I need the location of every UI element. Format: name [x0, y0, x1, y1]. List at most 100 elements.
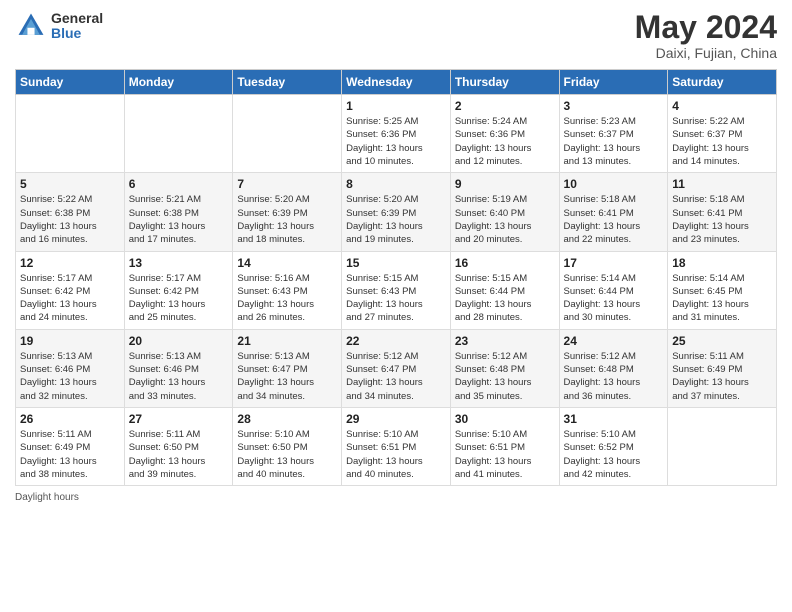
calendar-cell: 15 Sunrise: 5:15 AM Sunset: 6:43 PM Dayli… [342, 251, 451, 329]
calendar-cell [16, 95, 125, 173]
calendar-cell: 27Sunrise: 5:11 AM Sunset: 6:50 PM Dayli… [124, 407, 233, 485]
day-info: Sunrise: 5:22 AM Sunset: 6:37 PM Dayligh… [672, 115, 772, 168]
day-info: Sunrise: 5:18 AM Sunset: 6:41 PM Dayligh… [672, 193, 772, 246]
calendar-cell: 26 Sunrise: 5:11 AM Sunset: 6:49 PM Dayli… [16, 407, 125, 485]
day-info: Sunrise: 5:14 AM Sunset: 6:45 PM Dayligh… [672, 272, 772, 325]
day-number: 25 [672, 334, 772, 348]
calendar-cell [124, 95, 233, 173]
day-info: Sunrise: 5:13 AM Sunset: 6:47 PM Dayligh… [237, 350, 337, 403]
calendar-cell: 20 Sunrise: 5:13 AM Sunset: 6:46 PM Dayli… [124, 329, 233, 407]
calendar-cell: 14 Sunrise: 5:16 AM Sunset: 6:43 PM Dayli… [233, 251, 342, 329]
day-number: 30 [455, 412, 555, 426]
weekday-header-saturday: Saturday [668, 70, 777, 95]
logo-icon [15, 10, 47, 42]
day-number: 7 [237, 177, 337, 191]
day-info: Sunrise: 5:10 AM Sunset: 6:52 PM Dayligh… [564, 428, 664, 481]
calendar-cell: 24 Sunrise: 5:12 AM Sunset: 6:48 PM Dayli… [559, 329, 668, 407]
day-number: 6 [129, 177, 229, 191]
day-number: 23 [455, 334, 555, 348]
day-info: Sunrise: 5:15 AM Sunset: 6:43 PM Dayligh… [346, 272, 446, 325]
footer: Daylight hours [15, 492, 777, 503]
calendar-cell: 2 Sunrise: 5:24 AM Sunset: 6:36 PM Daylig… [450, 95, 559, 173]
location: Daixi, Fujian, China [635, 45, 777, 61]
title-block: May 2024 Daixi, Fujian, China [635, 10, 777, 61]
day-info: Sunrise: 5:13 AM Sunset: 6:46 PM Dayligh… [129, 350, 229, 403]
day-info: Sunrise: 5:24 AM Sunset: 6:36 PM Dayligh… [455, 115, 555, 168]
day-number: 15 [346, 256, 446, 270]
weekday-header-thursday: Thursday [450, 70, 559, 95]
weekday-header-tuesday: Tuesday [233, 70, 342, 95]
day-info: Sunrise: 5:20 AM Sunset: 6:39 PM Dayligh… [237, 193, 337, 246]
day-info: Sunrise: 5:11 AM Sunset: 6:49 PM Dayligh… [20, 428, 120, 481]
weekday-header-friday: Friday [559, 70, 668, 95]
day-info: Sunrise: 5:22 AM Sunset: 6:38 PM Dayligh… [20, 193, 120, 246]
calendar-cell: 21 Sunrise: 5:13 AM Sunset: 6:47 PM Dayli… [233, 329, 342, 407]
page: General Blue May 2024 Daixi, Fujian, Chi… [0, 0, 792, 612]
day-number: 29 [346, 412, 446, 426]
calendar-cell: 31Sunrise: 5:10 AM Sunset: 6:52 PM Dayli… [559, 407, 668, 485]
day-number: 8 [346, 177, 446, 191]
day-number: 14 [237, 256, 337, 270]
day-number: 16 [455, 256, 555, 270]
weekday-header-row: SundayMondayTuesdayWednesdayThursdayFrid… [16, 70, 777, 95]
calendar-cell: 11 Sunrise: 5:18 AM Sunset: 6:41 PM Dayli… [668, 173, 777, 251]
calendar-cell: 6 Sunrise: 5:21 AM Sunset: 6:38 PM Daylig… [124, 173, 233, 251]
calendar-cell: 18 Sunrise: 5:14 AM Sunset: 6:45 PM Dayli… [668, 251, 777, 329]
day-number: 18 [672, 256, 772, 270]
calendar-week-5: 26 Sunrise: 5:11 AM Sunset: 6:49 PM Dayli… [16, 407, 777, 485]
day-number: 19 [20, 334, 120, 348]
day-info: Sunrise: 5:12 AM Sunset: 6:48 PM Dayligh… [455, 350, 555, 403]
day-info: Sunrise: 5:12 AM Sunset: 6:48 PM Dayligh… [564, 350, 664, 403]
day-number: 24 [564, 334, 664, 348]
day-info: Sunrise: 5:20 AM Sunset: 6:39 PM Dayligh… [346, 193, 446, 246]
day-info: Sunrise: 5:10 AM Sunset: 6:50 PM Dayligh… [237, 428, 337, 481]
calendar-cell: 16 Sunrise: 5:15 AM Sunset: 6:44 PM Dayli… [450, 251, 559, 329]
day-number: 20 [129, 334, 229, 348]
day-info: Sunrise: 5:18 AM Sunset: 6:41 PM Dayligh… [564, 193, 664, 246]
calendar-week-1: 1Sunrise: 5:25 AM Sunset: 6:36 PM Daylig… [16, 95, 777, 173]
calendar-cell: 30Sunrise: 5:10 AM Sunset: 6:51 PM Dayli… [450, 407, 559, 485]
day-info: Sunrise: 5:23 AM Sunset: 6:37 PM Dayligh… [564, 115, 664, 168]
day-number: 5 [20, 177, 120, 191]
calendar-week-3: 12 Sunrise: 5:17 AM Sunset: 6:42 PM Dayli… [16, 251, 777, 329]
day-number: 9 [455, 177, 555, 191]
calendar-cell: 17Sunrise: 5:14 AM Sunset: 6:44 PM Dayli… [559, 251, 668, 329]
day-number: 26 [20, 412, 120, 426]
day-number: 2 [455, 99, 555, 113]
day-info: Sunrise: 5:10 AM Sunset: 6:51 PM Dayligh… [346, 428, 446, 481]
weekday-header-wednesday: Wednesday [342, 70, 451, 95]
weekday-header-monday: Monday [124, 70, 233, 95]
month-title: May 2024 [635, 10, 777, 45]
calendar-cell: 28 Sunrise: 5:10 AM Sunset: 6:50 PM Dayli… [233, 407, 342, 485]
calendar-cell: 4Sunrise: 5:22 AM Sunset: 6:37 PM Daylig… [668, 95, 777, 173]
calendar-cell: 9 Sunrise: 5:19 AM Sunset: 6:40 PM Daylig… [450, 173, 559, 251]
calendar-cell: 12 Sunrise: 5:17 AM Sunset: 6:42 PM Dayli… [16, 251, 125, 329]
day-info: Sunrise: 5:15 AM Sunset: 6:44 PM Dayligh… [455, 272, 555, 325]
calendar-cell: 7 Sunrise: 5:20 AM Sunset: 6:39 PM Daylig… [233, 173, 342, 251]
calendar-cell: 1Sunrise: 5:25 AM Sunset: 6:36 PM Daylig… [342, 95, 451, 173]
calendar-cell: 25Sunrise: 5:11 AM Sunset: 6:49 PM Dayli… [668, 329, 777, 407]
day-info: Sunrise: 5:17 AM Sunset: 6:42 PM Dayligh… [20, 272, 120, 325]
day-info: Sunrise: 5:16 AM Sunset: 6:43 PM Dayligh… [237, 272, 337, 325]
day-number: 21 [237, 334, 337, 348]
day-info: Sunrise: 5:14 AM Sunset: 6:44 PM Dayligh… [564, 272, 664, 325]
weekday-header-sunday: Sunday [16, 70, 125, 95]
day-number: 12 [20, 256, 120, 270]
calendar-cell: 22Sunrise: 5:12 AM Sunset: 6:47 PM Dayli… [342, 329, 451, 407]
logo-general-text: General [51, 11, 103, 26]
header: General Blue May 2024 Daixi, Fujian, Chi… [15, 10, 777, 61]
day-number: 3 [564, 99, 664, 113]
calendar-table: SundayMondayTuesdayWednesdayThursdayFrid… [15, 69, 777, 486]
logo-text: General Blue [51, 11, 103, 42]
day-number: 13 [129, 256, 229, 270]
calendar-cell: 13Sunrise: 5:17 AM Sunset: 6:42 PM Dayli… [124, 251, 233, 329]
day-info: Sunrise: 5:21 AM Sunset: 6:38 PM Dayligh… [129, 193, 229, 246]
day-info: Sunrise: 5:19 AM Sunset: 6:40 PM Dayligh… [455, 193, 555, 246]
calendar-cell: 10Sunrise: 5:18 AM Sunset: 6:41 PM Dayli… [559, 173, 668, 251]
day-number: 22 [346, 334, 446, 348]
calendar-week-4: 19 Sunrise: 5:13 AM Sunset: 6:46 PM Dayli… [16, 329, 777, 407]
day-number: 28 [237, 412, 337, 426]
day-number: 11 [672, 177, 772, 191]
calendar-cell: 5 Sunrise: 5:22 AM Sunset: 6:38 PM Daylig… [16, 173, 125, 251]
calendar-cell: 19Sunrise: 5:13 AM Sunset: 6:46 PM Dayli… [16, 329, 125, 407]
